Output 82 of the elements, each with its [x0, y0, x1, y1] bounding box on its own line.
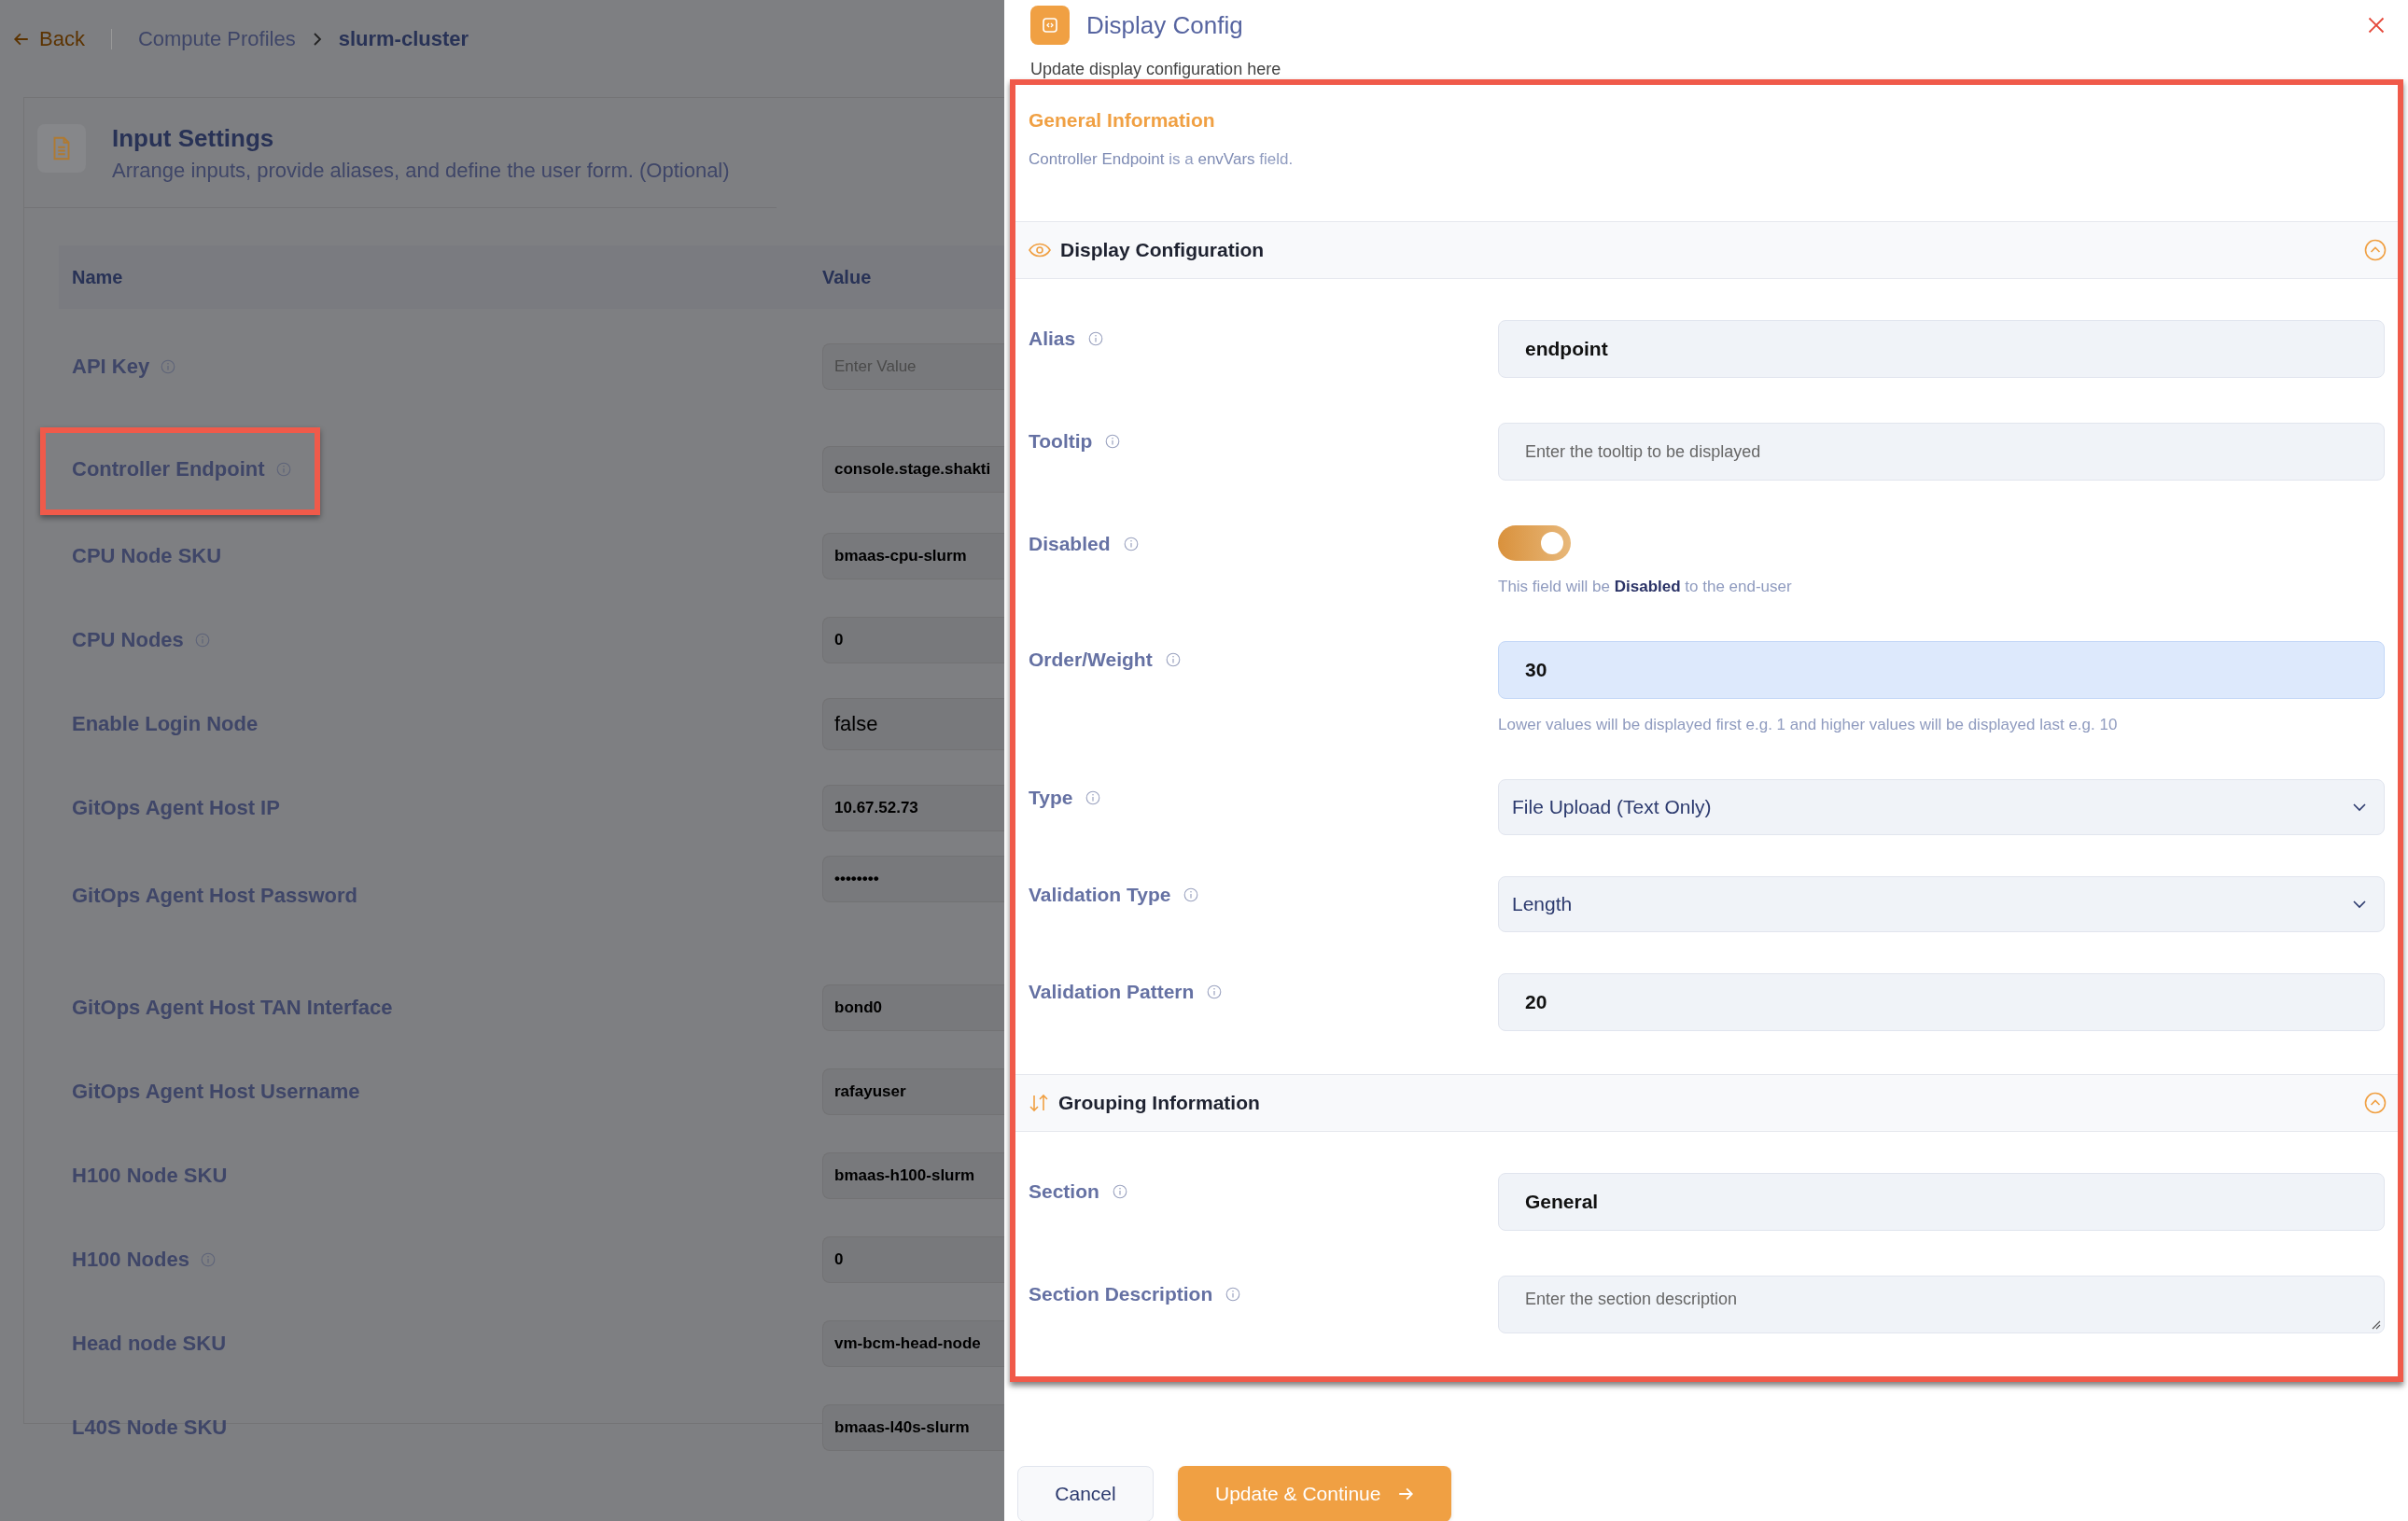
section-header[interactable]: Grouping Information [1015, 1074, 2398, 1132]
input-name: GitOps Agent Host Username [72, 1080, 360, 1104]
section-heading: General Information [1029, 109, 1216, 132]
field-label: Alias [1029, 328, 1076, 350]
section-title: Grouping Information [1058, 1092, 1260, 1114]
input-name: Head node SKU [72, 1332, 227, 1356]
input-name: API Key [72, 355, 150, 379]
section-title: Display Configuration [1060, 239, 1265, 261]
info-icon [1105, 434, 1121, 449]
input-name: Controller Endpoint [72, 457, 265, 481]
field-label: Validation Type [1029, 884, 1171, 906]
info-icon [1165, 652, 1181, 667]
chevron-down-icon [2352, 802, 2367, 812]
input-name: H100 Node SKU [72, 1164, 228, 1188]
info-icon [1207, 984, 1223, 999]
input-name: CPU Node SKU [72, 544, 222, 568]
toggle-switch[interactable] [1498, 525, 1571, 561]
value-field[interactable]: vm-bcm-head-node [822, 1320, 1004, 1367]
field-label: Section [1029, 1180, 1099, 1203]
value-field[interactable]: bmaas-h100-slurm [822, 1152, 1004, 1199]
input-field[interactable]: General [1498, 1173, 2385, 1231]
input-name: H100 Nodes [72, 1248, 189, 1272]
value-field[interactable]: 10.67.52.73 [822, 785, 1004, 831]
column-header: Value [822, 266, 872, 288]
section-header[interactable]: Display Configuration [1015, 221, 2398, 279]
input-field[interactable]: 30 [1498, 641, 2385, 699]
info-icon [1225, 1287, 1241, 1302]
close-button[interactable] [2367, 16, 2386, 35]
breadcrumb-link[interactable]: slurm-cluster [338, 27, 469, 51]
value-field[interactable]: false [822, 698, 1004, 750]
info-icon [1085, 790, 1101, 805]
chevron-right-icon [312, 32, 322, 47]
field-label: Type [1029, 787, 1073, 809]
code-icon [1030, 6, 1070, 45]
value-field[interactable]: 0 [822, 1236, 1004, 1283]
info-icon [1088, 331, 1104, 346]
chevron-down-icon [2352, 900, 2367, 909]
input-field[interactable]: endpoint [1498, 320, 2385, 378]
field-hint: Lower values will be displayed first e.g. 1 and higher values will be displayed last e.g. 10 [1498, 716, 2119, 734]
card-title: Input Settings [112, 124, 275, 153]
input-name: GitOps Agent Host IP [72, 796, 280, 820]
column-header: Name [71, 266, 124, 288]
input-name: GitOps Agent Host TAN Interface [72, 996, 393, 1020]
chevron-up-icon[interactable] [2364, 239, 2387, 261]
cancel-button[interactable]: Cancel [1017, 1466, 1154, 1521]
info-icon [1112, 1184, 1127, 1199]
value-field[interactable]: •••••••• [822, 856, 1004, 902]
input-name: GitOps Agent Host Password [72, 884, 357, 908]
input-field[interactable]: 20 [1498, 973, 2385, 1031]
resize-grip-icon [2370, 1319, 2381, 1330]
value-field[interactable]: 0 [822, 617, 1004, 663]
field-note: Controller Endpoint is a envVars field. [1029, 150, 1295, 169]
back-link[interactable]: Back [13, 27, 85, 51]
input-name: L40S Node SKU [72, 1416, 228, 1440]
value-field[interactable]: bond0 [822, 984, 1004, 1031]
select-field[interactable]: File Upload (Text Only) [1498, 779, 2385, 835]
chevron-up-icon[interactable] [2364, 1092, 2387, 1114]
value-field[interactable]: console.stage.shakti [822, 446, 1004, 493]
field-label: Section Description [1029, 1283, 1213, 1305]
field-label: Order/Weight [1029, 649, 1153, 671]
info-icon [1123, 537, 1139, 551]
value-field[interactable]: bmaas-l40s-slurm [822, 1404, 1004, 1451]
drawer-subtitle: Update display configuration here [1029, 59, 1282, 79]
value-field[interactable]: rafayuser [822, 1068, 1004, 1115]
input-field[interactable]: Enter the tooltip to be displayed [1498, 423, 2385, 481]
field-label: Tooltip [1029, 430, 1093, 453]
arrow-left-icon [13, 31, 30, 48]
field-hint: This field will be Disabled to the end-user [1498, 578, 1793, 596]
sort-arrows-icon [1029, 1093, 1049, 1113]
textarea-field[interactable]: Enter the section description [1498, 1276, 2385, 1333]
input-name: Enable Login Node [72, 712, 259, 736]
card-subtitle: Arrange inputs, provide aliases, and define the user form. (Optional) [112, 159, 730, 183]
info-icon [1183, 887, 1199, 902]
field-label: Validation Pattern [1029, 981, 1195, 1003]
arrow-right-icon [1397, 1486, 1415, 1502]
drawer-title: Display Config [1086, 10, 1243, 40]
input-name: CPU Nodes [72, 628, 184, 652]
field-label: Disabled [1029, 533, 1111, 555]
document-icon [37, 124, 86, 173]
value-field[interactable]: bmaas-cpu-slurm [822, 533, 1004, 579]
select-field[interactable]: Length [1498, 876, 2385, 932]
eye-icon [1029, 243, 1051, 258]
